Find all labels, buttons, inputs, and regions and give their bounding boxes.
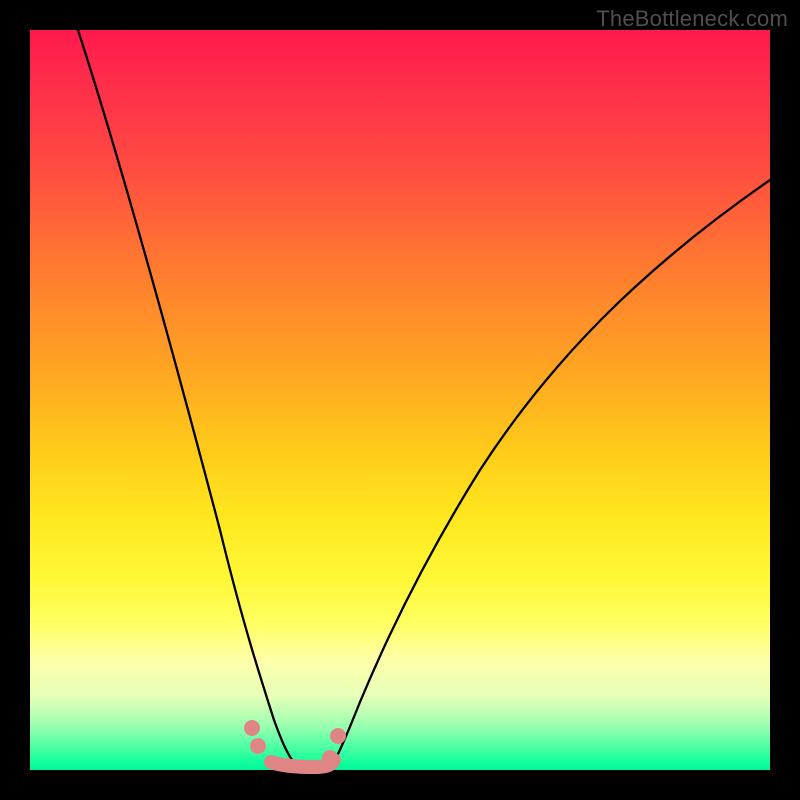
plot-area — [30, 30, 770, 770]
chart-svg — [30, 30, 770, 770]
marker-dot — [244, 720, 260, 736]
marker-dot — [250, 738, 266, 754]
marker-dot — [330, 728, 346, 744]
curve-left-branch — [78, 30, 296, 765]
marker-dot — [322, 750, 338, 766]
outer-frame: TheBottleneck.com — [0, 0, 800, 800]
curve-right-branch — [330, 180, 770, 768]
valley-marker-group — [244, 720, 346, 767]
watermark-text: TheBottleneck.com — [596, 6, 788, 32]
